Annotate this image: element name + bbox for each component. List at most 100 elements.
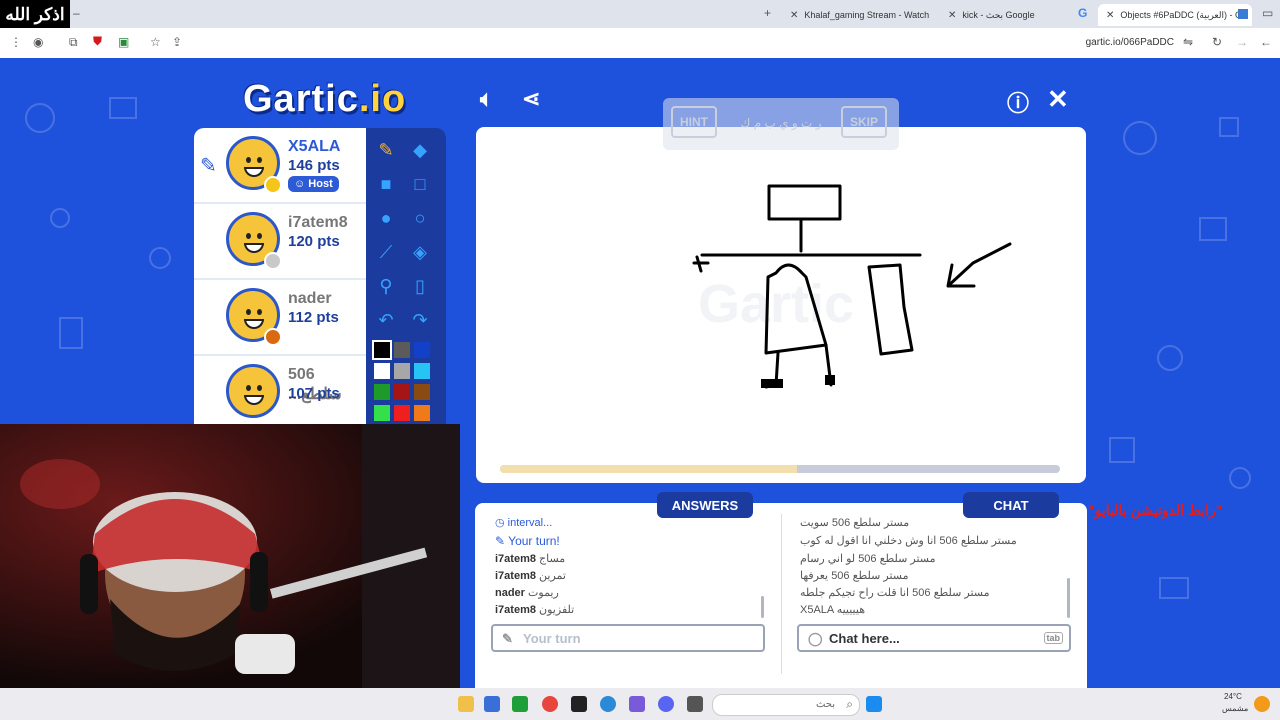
answers-tab[interactable]: ANSWERS xyxy=(657,492,753,518)
color-swatch[interactable] xyxy=(372,340,392,360)
reload-icon[interactable]: ↻ xyxy=(1212,35,1222,49)
address-url[interactable]: gartic.io/066PaDDC xyxy=(1086,37,1174,48)
answer-user: i7atem8 xyxy=(495,604,536,616)
drawing-canvas[interactable]: Gartic xyxy=(476,127,1086,483)
close-tab-icon[interactable]: ✕ xyxy=(790,10,798,21)
forward-icon[interactable]: → xyxy=(1236,35,1248,49)
chat-scrollbar[interactable] xyxy=(1067,578,1070,618)
color-swatch[interactable] xyxy=(374,363,390,379)
menu-dots-icon[interactable]: ⋮ xyxy=(10,35,22,49)
answers-scrollbar[interactable] xyxy=(761,596,764,618)
color-swatch[interactable] xyxy=(414,342,430,358)
player-points: 112 pts xyxy=(288,309,339,326)
webcam-feed xyxy=(0,424,460,688)
answer-text: interval... xyxy=(507,517,553,529)
answer-text: Your turn! xyxy=(508,534,560,548)
color-swatch[interactable] xyxy=(394,342,410,358)
color-swatch[interactable] xyxy=(414,405,430,421)
chrome-icon[interactable] xyxy=(542,696,558,712)
pencil-tool-icon[interactable]: ✎ xyxy=(372,136,400,164)
eraser-tool-icon[interactable]: ◆ xyxy=(406,136,434,164)
color-swatch[interactable] xyxy=(414,363,430,379)
chat-message: مستر سلطع 506 يعرفها xyxy=(800,570,909,582)
close-tab-icon[interactable]: ✕ xyxy=(1106,10,1114,21)
windows-start-icon[interactable] xyxy=(866,696,882,712)
edge-icon[interactable] xyxy=(600,696,616,712)
chat-bubble-icon: ◯ xyxy=(808,631,823,646)
mail-icon[interactable] xyxy=(484,696,500,712)
host-badge: ☺ Host xyxy=(288,176,339,192)
hint-button[interactable]: HINT xyxy=(671,106,717,138)
color-swatch[interactable] xyxy=(394,384,410,400)
redo-tool-icon[interactable]: ↷ xyxy=(406,306,434,334)
color-swatch[interactable] xyxy=(394,363,410,379)
color-swatch[interactable] xyxy=(414,384,430,400)
weather-sun-icon xyxy=(1254,696,1270,712)
answer-input[interactable]: ✎ Your turn xyxy=(491,624,765,652)
player-name: X5ALA xyxy=(288,138,341,155)
player-card[interactable]: 506 ...سلطع 107 pts xyxy=(194,356,366,428)
player-card[interactable]: i7atem8 120 pts xyxy=(194,204,366,280)
color-swatch[interactable] xyxy=(374,405,390,421)
taskbar-search[interactable]: بحث ⌕ xyxy=(712,694,860,716)
answer-entry: ◷ interval... xyxy=(495,517,553,529)
color-swatch[interactable] xyxy=(394,405,410,421)
status-dot xyxy=(264,252,282,270)
color-swatch[interactable] xyxy=(374,384,390,400)
temperature-text: 24°C xyxy=(1224,692,1242,701)
new-tab-icon[interactable]: + xyxy=(764,6,771,20)
tab-label: Objects #6PaDDC (العربية) - Ga xyxy=(1120,9,1248,20)
xbox-icon[interactable] xyxy=(512,696,528,712)
chat-message: X5ALA هيييييه xyxy=(800,604,865,616)
copilot-icon[interactable] xyxy=(629,696,645,712)
app-icon[interactable] xyxy=(687,696,703,712)
status-dot xyxy=(264,328,282,346)
line-tool-icon[interactable]: ⟋ xyxy=(372,238,400,266)
profile-icon[interactable]: ◉ xyxy=(33,35,43,49)
player-card[interactable]: ✎ X5ALA 146 pts ☺ Host xyxy=(194,128,366,204)
extensions-icon[interactable]: ⧉ xyxy=(69,35,78,50)
answer-text: تمرين xyxy=(539,570,566,582)
filled-circle-tool-icon[interactable]: ● xyxy=(372,204,400,232)
epic-games-icon[interactable] xyxy=(571,696,587,712)
chat-tab[interactable]: CHAT xyxy=(963,492,1059,518)
fill-bucket-tool-icon[interactable]: ◈ xyxy=(406,238,434,266)
clear-page-tool-icon[interactable]: ▯ xyxy=(406,272,434,300)
filled-rect-tool-icon[interactable]: ■ xyxy=(372,170,400,198)
rect-tool-icon[interactable]: □ xyxy=(406,170,434,198)
close-tab-icon[interactable]: ✕ xyxy=(948,10,956,21)
avatar xyxy=(226,364,280,418)
info-icon[interactable]: ⓘ xyxy=(1007,86,1029,118)
adblock-icon[interactable]: ⛊ xyxy=(93,34,102,49)
hint-bar: HINT ر ت و ي ب م ك SKIP xyxy=(663,98,899,150)
close-game-icon[interactable]: ✕ xyxy=(1047,84,1069,115)
site-settings-icon[interactable]: ⇋ xyxy=(1183,35,1193,49)
canvas-drawing: Gartic xyxy=(692,184,1012,389)
share-icon[interactable]: ⋖ xyxy=(522,86,540,112)
extension-badge-icon[interactable]: ▣ xyxy=(118,35,129,49)
round-timer-bar xyxy=(500,465,1060,473)
answer-text: ريموت xyxy=(528,587,559,599)
chat-input[interactable]: ◯ Chat here... tab xyxy=(797,624,1071,652)
tab-google-search[interactable]: ✕ kick - بحث Google xyxy=(940,4,1095,26)
tab-kick-stream[interactable]: ✕ Khalaf_gaming Stream - Watch xyxy=(782,4,932,26)
eyedropper-tool-icon[interactable]: ⚲ xyxy=(372,272,400,300)
discord-icon[interactable] xyxy=(658,696,674,712)
player-card[interactable]: nader 112 pts xyxy=(194,280,366,356)
minimize-icon[interactable]: – xyxy=(73,6,80,20)
sound-icon[interactable]: 🔈︎ xyxy=(480,86,493,112)
undo-tool-icon[interactable]: ↶ xyxy=(372,306,400,334)
bookmark-star-icon[interactable]: ☆ xyxy=(150,35,161,49)
chat-message: مستر سلطع 506 لو اني رسام xyxy=(800,553,936,565)
tab-gartic-active[interactable]: ✕ Objects #6PaDDC (العربية) - Ga xyxy=(1098,4,1252,26)
back-icon[interactable]: ← xyxy=(1260,35,1272,49)
share-page-icon[interactable]: ⇪ xyxy=(172,35,182,49)
circle-tool-icon[interactable]: ○ xyxy=(406,204,434,232)
answer-user: i7atem8 xyxy=(495,553,536,565)
tab-key-hint: tab xyxy=(1043,632,1063,644)
skip-button[interactable]: SKIP xyxy=(841,106,887,138)
file-explorer-icon[interactable] xyxy=(458,696,474,712)
canvas-watermark: Gartic xyxy=(698,274,854,334)
windows-taskbar: 24°C مشمس xyxy=(0,688,1280,720)
restore-window-icon[interactable]: ▭ xyxy=(1262,6,1273,20)
